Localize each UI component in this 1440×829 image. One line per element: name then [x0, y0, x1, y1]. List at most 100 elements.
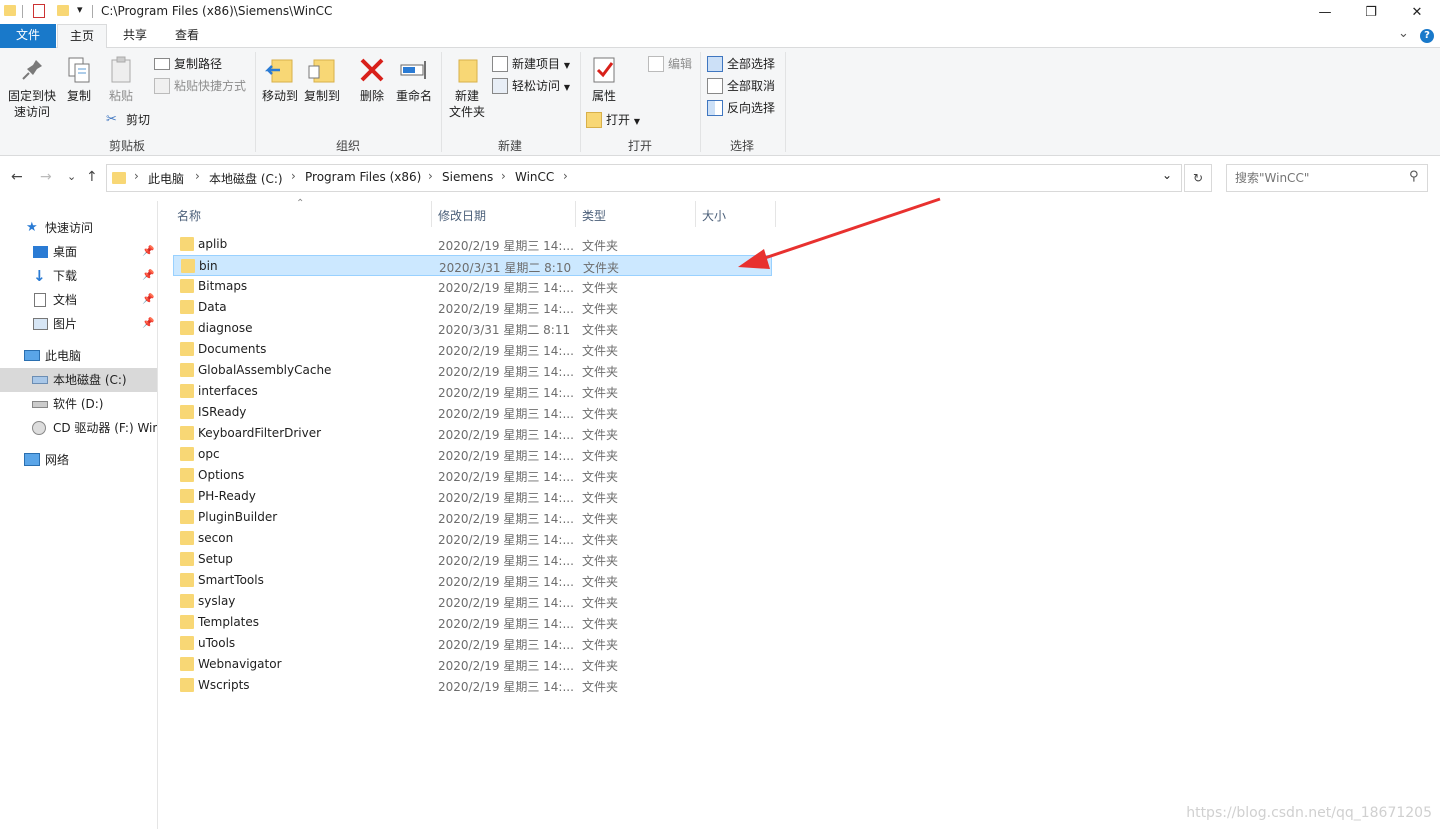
- table-row[interactable]: Documents 2020/2/19 星期三 14:... 文件夹: [173, 339, 772, 360]
- table-row[interactable]: Templates 2020/2/19 星期三 14:... 文件夹: [173, 612, 772, 633]
- column-divider: [431, 201, 432, 227]
- sidebar-item-pictures[interactable]: 图片 📌: [0, 312, 157, 336]
- table-row[interactable]: Options 2020/2/19 星期三 14:... 文件夹: [173, 465, 772, 486]
- new-item-button[interactable]: 新建项目 ▼: [492, 54, 570, 74]
- file-list-header: ⌃ 名称 修改日期 类型 大小: [170, 198, 776, 227]
- table-row[interactable]: SmartTools 2020/2/19 星期三 14:... 文件夹: [173, 570, 772, 591]
- address-bar[interactable]: › 此电脑 › 本地磁盘 (C:) › Program Files (x86) …: [106, 164, 1182, 192]
- breadcrumb-wincc[interactable]: WinCC: [515, 170, 554, 184]
- new-folder-qat-icon[interactable]: [57, 5, 69, 16]
- new-folder-button[interactable]: 新建 文件夹: [446, 54, 488, 120]
- table-row[interactable]: diagnose 2020/3/31 星期二 8:11 文件夹: [173, 318, 772, 339]
- breadcrumb-this-pc[interactable]: 此电脑: [148, 170, 184, 187]
- table-row[interactable]: syslay 2020/2/19 星期三 14:... 文件夹: [173, 591, 772, 612]
- table-row[interactable]: Bitmaps 2020/2/19 星期三 14:... 文件夹: [173, 276, 772, 297]
- table-row[interactable]: uTools 2020/2/19 星期三 14:... 文件夹: [173, 633, 772, 654]
- rename-button[interactable]: 重命名: [394, 54, 434, 104]
- help-icon[interactable]: ?: [1420, 29, 1434, 43]
- paste-button[interactable]: 粘贴: [104, 54, 138, 104]
- file-date: 2020/2/19 星期三 14:...: [438, 302, 574, 316]
- picture-icon: [33, 318, 48, 330]
- file-type: 文件夹: [582, 281, 619, 295]
- file-name: Webnavigator: [198, 657, 282, 671]
- qat-dropdown-icon[interactable]: ▾: [77, 3, 83, 16]
- file-name: SmartTools: [198, 573, 264, 587]
- table-row[interactable]: aplib 2020/2/19 星期三 14:... 文件夹: [173, 234, 772, 255]
- search-icon[interactable]: ⚲: [1409, 169, 1419, 184]
- column-header-name[interactable]: 名称: [177, 207, 201, 224]
- move-to-button[interactable]: 移动到: [260, 54, 300, 104]
- tab-view[interactable]: 查看: [164, 24, 210, 48]
- edit-button[interactable]: 编辑: [648, 54, 692, 74]
- table-row[interactable]: PluginBuilder 2020/2/19 星期三 14:... 文件夹: [173, 507, 772, 528]
- tab-file[interactable]: 文件: [0, 24, 56, 48]
- forward-icon[interactable]: →: [40, 169, 52, 185]
- recent-locations-icon[interactable]: ⌄: [67, 170, 76, 183]
- sidebar-item-documents[interactable]: 文档 📌: [0, 288, 157, 312]
- table-row[interactable]: PH-Ready 2020/2/19 星期三 14:... 文件夹: [173, 486, 772, 507]
- sidebar-item-c-drive[interactable]: 本地磁盘 (C:): [0, 368, 157, 392]
- sidebar-item-cd-drive[interactable]: CD 驱动器 (F:) Win: [0, 416, 157, 440]
- minimize-button[interactable]: —: [1302, 0, 1348, 24]
- table-row[interactable]: interfaces 2020/2/19 星期三 14:... 文件夹: [173, 381, 772, 402]
- table-row[interactable]: Data 2020/2/19 星期三 14:... 文件夹: [173, 297, 772, 318]
- table-row[interactable]: GlobalAssemblyCache 2020/2/19 星期三 14:... 文…: [173, 360, 772, 381]
- paste-shortcut-button[interactable]: 粘贴快捷方式: [154, 76, 246, 96]
- open-button[interactable]: 打开 ▼: [586, 110, 640, 130]
- table-row[interactable]: Setup 2020/2/19 星期三 14:... 文件夹: [173, 549, 772, 570]
- file-date: 2020/2/19 星期三 14:...: [438, 428, 574, 442]
- column-header-date[interactable]: 修改日期: [438, 207, 486, 224]
- close-button[interactable]: ✕: [1394, 0, 1440, 24]
- search-input[interactable]: [1227, 165, 1397, 191]
- select-all-button[interactable]: 全部选择: [707, 54, 775, 74]
- sidebar-item-desktop[interactable]: 桌面 📌: [0, 240, 157, 264]
- easy-access-button[interactable]: 轻松访问 ▼: [492, 76, 570, 96]
- table-row[interactable]: secon 2020/2/19 星期三 14:... 文件夹: [173, 528, 772, 549]
- breadcrumb-program-files[interactable]: Program Files (x86): [305, 170, 421, 184]
- properties-button[interactable]: 属性: [588, 54, 620, 104]
- table-row[interactable]: opc 2020/2/19 星期三 14:... 文件夹: [173, 444, 772, 465]
- copy-button[interactable]: 复制: [62, 54, 96, 104]
- restore-button[interactable]: ❐: [1348, 0, 1394, 24]
- table-row[interactable]: bin 2020/3/31 星期二 8:10 文件夹: [173, 255, 772, 276]
- copy-path-button[interactable]: 复制路径: [154, 54, 222, 74]
- search-box[interactable]: ⚲: [1226, 164, 1428, 192]
- breadcrumb-c-drive[interactable]: 本地磁盘 (C:): [209, 170, 283, 187]
- sidebar-item-d-drive[interactable]: 软件 (D:): [0, 392, 157, 416]
- table-row[interactable]: Wscripts 2020/2/19 星期三 14:... 文件夹: [173, 675, 772, 696]
- sidebar-item-this-pc[interactable]: 此电脑: [0, 344, 157, 368]
- up-icon[interactable]: ↑: [86, 169, 98, 185]
- delete-button[interactable]: 删除: [356, 54, 388, 104]
- column-header-type[interactable]: 类型: [582, 207, 606, 224]
- folder-icon: [180, 405, 194, 419]
- expand-ribbon-icon[interactable]: ⌄: [1398, 26, 1409, 41]
- sidebar-item-downloads[interactable]: ↓ 下载 📌: [0, 264, 157, 288]
- file-name: Templates: [198, 615, 260, 629]
- cut-button[interactable]: ✂ 剪切: [106, 110, 150, 130]
- table-row[interactable]: Webnavigator 2020/2/19 星期三 14:... 文件夹: [173, 654, 772, 675]
- pin-icon: 📌: [142, 294, 155, 305]
- arrow-shaft: [755, 197, 941, 263]
- back-icon[interactable]: ←: [11, 169, 23, 185]
- select-none-button[interactable]: 全部取消: [707, 76, 775, 96]
- properties-qat-icon[interactable]: [33, 4, 45, 18]
- sidebar-item-network[interactable]: 网络: [0, 448, 157, 472]
- refresh-button[interactable]: ↻: [1184, 164, 1212, 192]
- file-name: bin: [199, 259, 218, 273]
- column-header-size[interactable]: 大小: [702, 207, 726, 224]
- new-item-label: 新建项目: [512, 57, 561, 71]
- file-name: secon: [198, 531, 234, 545]
- pin-quick-access-button[interactable]: 固定到快 速访问: [4, 54, 60, 120]
- desktop-icon: [33, 246, 48, 258]
- invert-selection-button[interactable]: 反向选择: [707, 98, 775, 118]
- breadcrumb-siemens[interactable]: Siemens: [442, 170, 493, 184]
- table-row[interactable]: KeyboardFilterDriver 2020/2/19 星期三 14:...…: [173, 423, 772, 444]
- tab-share[interactable]: 共享: [112, 24, 158, 48]
- table-row[interactable]: ISReady 2020/2/19 星期三 14:... 文件夹: [173, 402, 772, 423]
- copy-to-button[interactable]: 复制到: [302, 54, 342, 104]
- address-dropdown-icon[interactable]: ⌄: [1162, 168, 1172, 182]
- sidebar-item-quick-access[interactable]: ★ 快速访问: [0, 216, 157, 240]
- file-type: 文件夹: [582, 575, 619, 589]
- tab-home[interactable]: 主页: [57, 24, 107, 49]
- sidebar-item-label: 快速访问: [45, 221, 94, 235]
